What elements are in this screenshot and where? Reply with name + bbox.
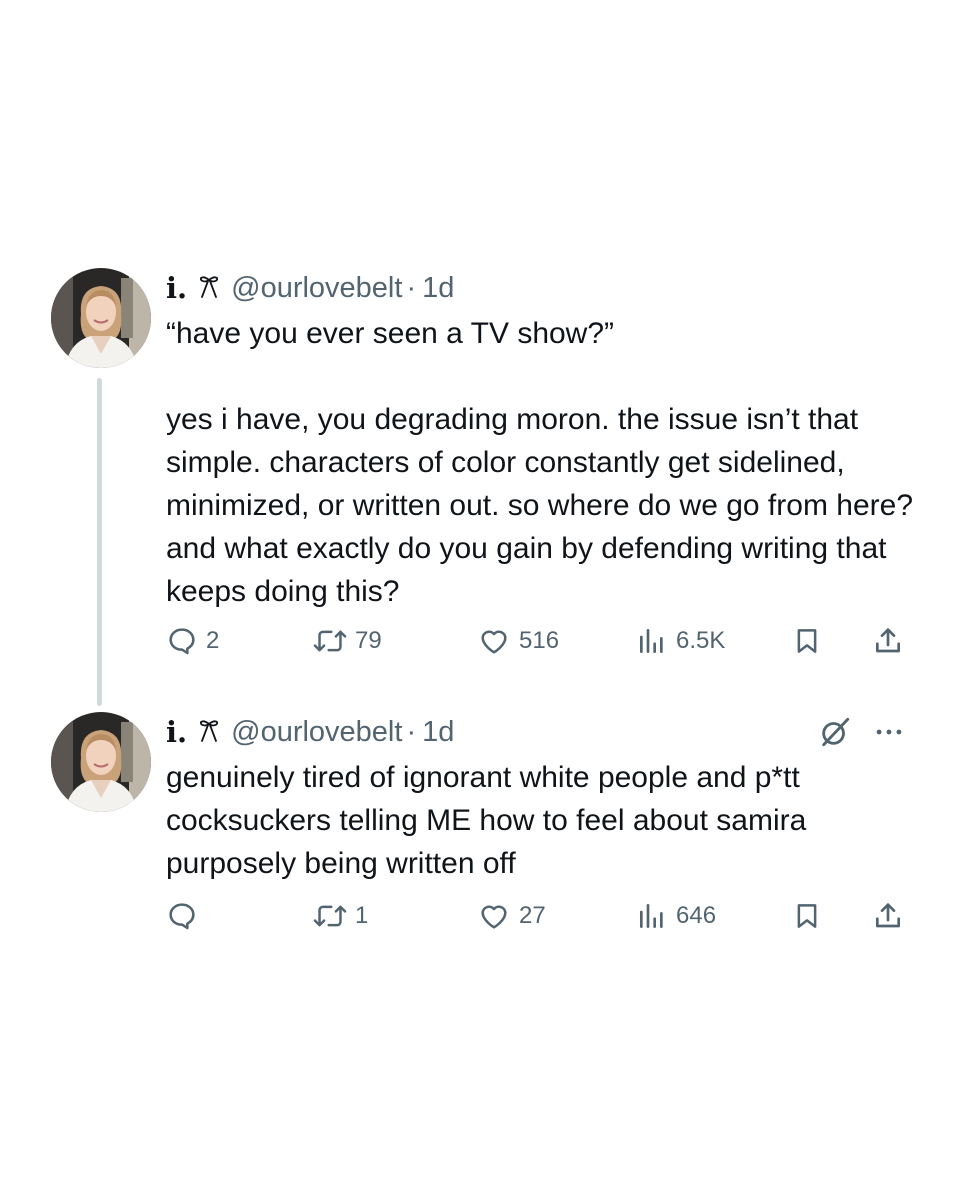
more-icon	[872, 715, 906, 754]
heart-icon	[477, 625, 511, 657]
reply-button[interactable]	[166, 896, 206, 936]
like-count: 27	[519, 902, 546, 929]
grok-icon	[818, 715, 852, 754]
views-button[interactable]: 646	[636, 896, 716, 936]
user-handle[interactable]: @ourlovebelt	[231, 716, 402, 749]
views-icon	[636, 900, 668, 932]
bookmark-icon	[792, 625, 822, 657]
quote-line: “have you ever seen a TV show?”	[166, 317, 615, 350]
views-button[interactable]: 6.5K	[636, 621, 725, 661]
like-button[interactable]: 516	[477, 621, 559, 661]
grok-button[interactable]	[818, 716, 852, 752]
display-name[interactable]: i.	[166, 271, 187, 305]
share-button[interactable]	[872, 896, 904, 936]
views-count: 6.5K	[676, 627, 726, 654]
like-count: 516	[519, 627, 560, 654]
tweet-header: i. @ourlovebelt · 1d	[166, 268, 454, 308]
tweet-body: yes i have, you degrading moron. the iss…	[166, 403, 922, 608]
reply-count: 2	[206, 627, 220, 654]
avatar[interactable]	[51, 712, 151, 812]
share-icon	[872, 625, 904, 657]
views-count: 646	[676, 902, 717, 929]
repost-icon	[313, 900, 347, 932]
like-button[interactable]: 27	[477, 896, 546, 936]
bow-icon	[197, 275, 221, 301]
action-bar: 1 27 646	[166, 896, 916, 936]
timestamp[interactable]: 1d	[422, 272, 454, 305]
tweet-header: i. @ourlovebelt · 1d	[166, 712, 454, 752]
user-handle[interactable]: @ourlovebelt	[231, 272, 402, 305]
views-icon	[636, 625, 668, 657]
timestamp[interactable]: 1d	[422, 716, 454, 749]
reply-icon	[166, 625, 198, 657]
repost-count: 1	[355, 902, 369, 929]
separator-dot: ·	[406, 271, 417, 304]
bookmark-button[interactable]	[792, 896, 822, 936]
avatar[interactable]	[51, 268, 151, 368]
reply-button[interactable]: 2	[166, 621, 219, 661]
display-name[interactable]: i.	[166, 715, 187, 749]
bookmark-button[interactable]	[792, 621, 822, 661]
repost-count: 79	[355, 627, 382, 654]
repost-icon	[313, 625, 347, 657]
tweet-body: genuinely tired of ignorant white people…	[166, 761, 815, 880]
reply-icon	[166, 900, 198, 932]
action-bar: 2 79 516 6.5K	[166, 621, 916, 661]
separator-dot: ·	[406, 715, 417, 748]
bookmark-icon	[792, 900, 822, 932]
tweet-text: “have you ever seen a TV show?” yes i ha…	[166, 312, 926, 613]
repost-button[interactable]: 79	[313, 621, 382, 661]
share-button[interactable]	[872, 621, 904, 661]
share-icon	[872, 900, 904, 932]
repost-button[interactable]: 1	[313, 896, 368, 936]
bow-icon	[197, 719, 221, 745]
heart-icon	[477, 900, 511, 932]
more-button[interactable]	[872, 716, 906, 752]
thread-connector-line	[97, 378, 102, 706]
